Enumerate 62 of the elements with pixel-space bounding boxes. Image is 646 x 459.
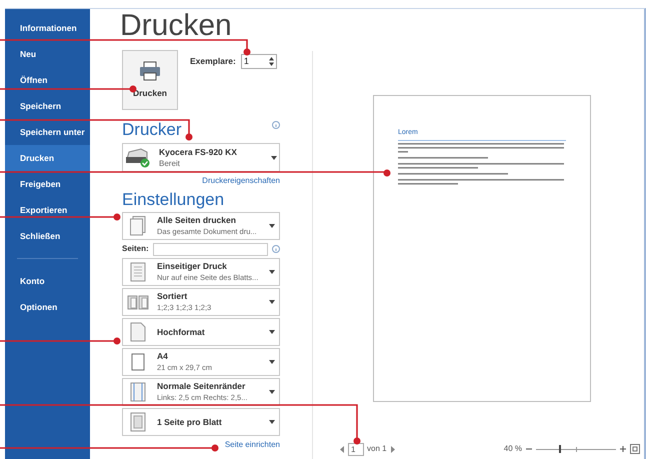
caret-icon [269, 270, 275, 274]
sidebar-item[interactable]: Exportieren [5, 197, 90, 223]
caret-icon [269, 390, 275, 394]
settings-dropdown[interactable]: Hochformat [122, 318, 280, 346]
page-icon [130, 412, 146, 432]
margins-icon [130, 382, 146, 402]
printer-name: Kyocera FS-920 KX [159, 146, 238, 158]
fit-page-icon[interactable] [630, 444, 640, 454]
section-heading: Drucker [122, 119, 182, 141]
page-setup-link[interactable]: Seite einrichten [224, 439, 280, 451]
option-title: A4 [157, 350, 169, 362]
printer-properties-link[interactable]: Druckereigenschaften [202, 175, 280, 187]
zoom-slider[interactable] [536, 445, 616, 453]
pages-field[interactable] [152, 242, 268, 256]
copies-label: Exemplare: [190, 55, 236, 68]
sidebar-item[interactable]: Optionen [5, 294, 90, 320]
caret-icon [269, 300, 275, 304]
previous-page-icon[interactable] [340, 446, 345, 452]
caret-icon [271, 156, 277, 160]
pages-icon [130, 216, 146, 236]
next-page-icon[interactable] [390, 446, 395, 452]
option-title: Normale Seitenränder [157, 380, 246, 392]
caret-icon [269, 224, 275, 228]
printer-icon [139, 60, 161, 81]
page-title: Drucken [120, 9, 233, 43]
caret-icon [269, 330, 275, 334]
copies-spinner[interactable]: 1 [240, 54, 277, 69]
settings-dropdown[interactable]: 1 Seite pro Blatt [122, 408, 280, 436]
page-icon [130, 322, 146, 342]
sidebar-item[interactable]: Freigeben [5, 171, 90, 197]
sidebar-item[interactable]: Schließen [5, 223, 90, 249]
page-icon [130, 352, 146, 372]
minus-icon[interactable] [526, 446, 532, 452]
page-count: von 1 [367, 443, 387, 455]
info-icon [272, 245, 280, 253]
zoom-label: 40 % [504, 443, 522, 455]
sidebar-item[interactable]: Neu [5, 41, 90, 67]
option-title: Alle Seiten drucken [157, 214, 237, 226]
section-heading: Einstellungen [122, 189, 226, 211]
option-title: 1 Seite pro Blatt [157, 416, 223, 428]
printer-dropdown[interactable]: Kyocera FS-920 KX Bereit [122, 143, 280, 172]
sidebar-item[interactable]: Informationen [5, 15, 90, 41]
sidebar-item[interactable]: Speichern [5, 93, 90, 119]
caret-icon [269, 360, 275, 364]
sidebar-item[interactable]: Öffnen [5, 67, 90, 93]
spinner-arrows-icon [268, 57, 274, 66]
sidebar-item[interactable]: Konto [5, 268, 90, 294]
printer-status: Bereit [159, 158, 181, 170]
info-icon [272, 121, 280, 129]
print-button[interactable]: Drucken [122, 50, 178, 110]
option-title: Sortiert [157, 290, 188, 302]
sidebar-item[interactable]: Drucken [5, 145, 90, 171]
plus-icon[interactable] [620, 446, 626, 452]
option-title: Einseitiger Druck [157, 260, 228, 272]
printer-ready-icon [125, 148, 151, 168]
slider-thumb[interactable] [559, 445, 562, 453]
sidebar-item[interactable]: Speichern unter [5, 119, 90, 145]
option-title: Hochformat [157, 326, 206, 338]
caret-icon [269, 420, 275, 424]
page-icon [130, 262, 146, 282]
stacked-pages-icon [127, 293, 149, 311]
pages-label: Seiten: [122, 243, 149, 255]
